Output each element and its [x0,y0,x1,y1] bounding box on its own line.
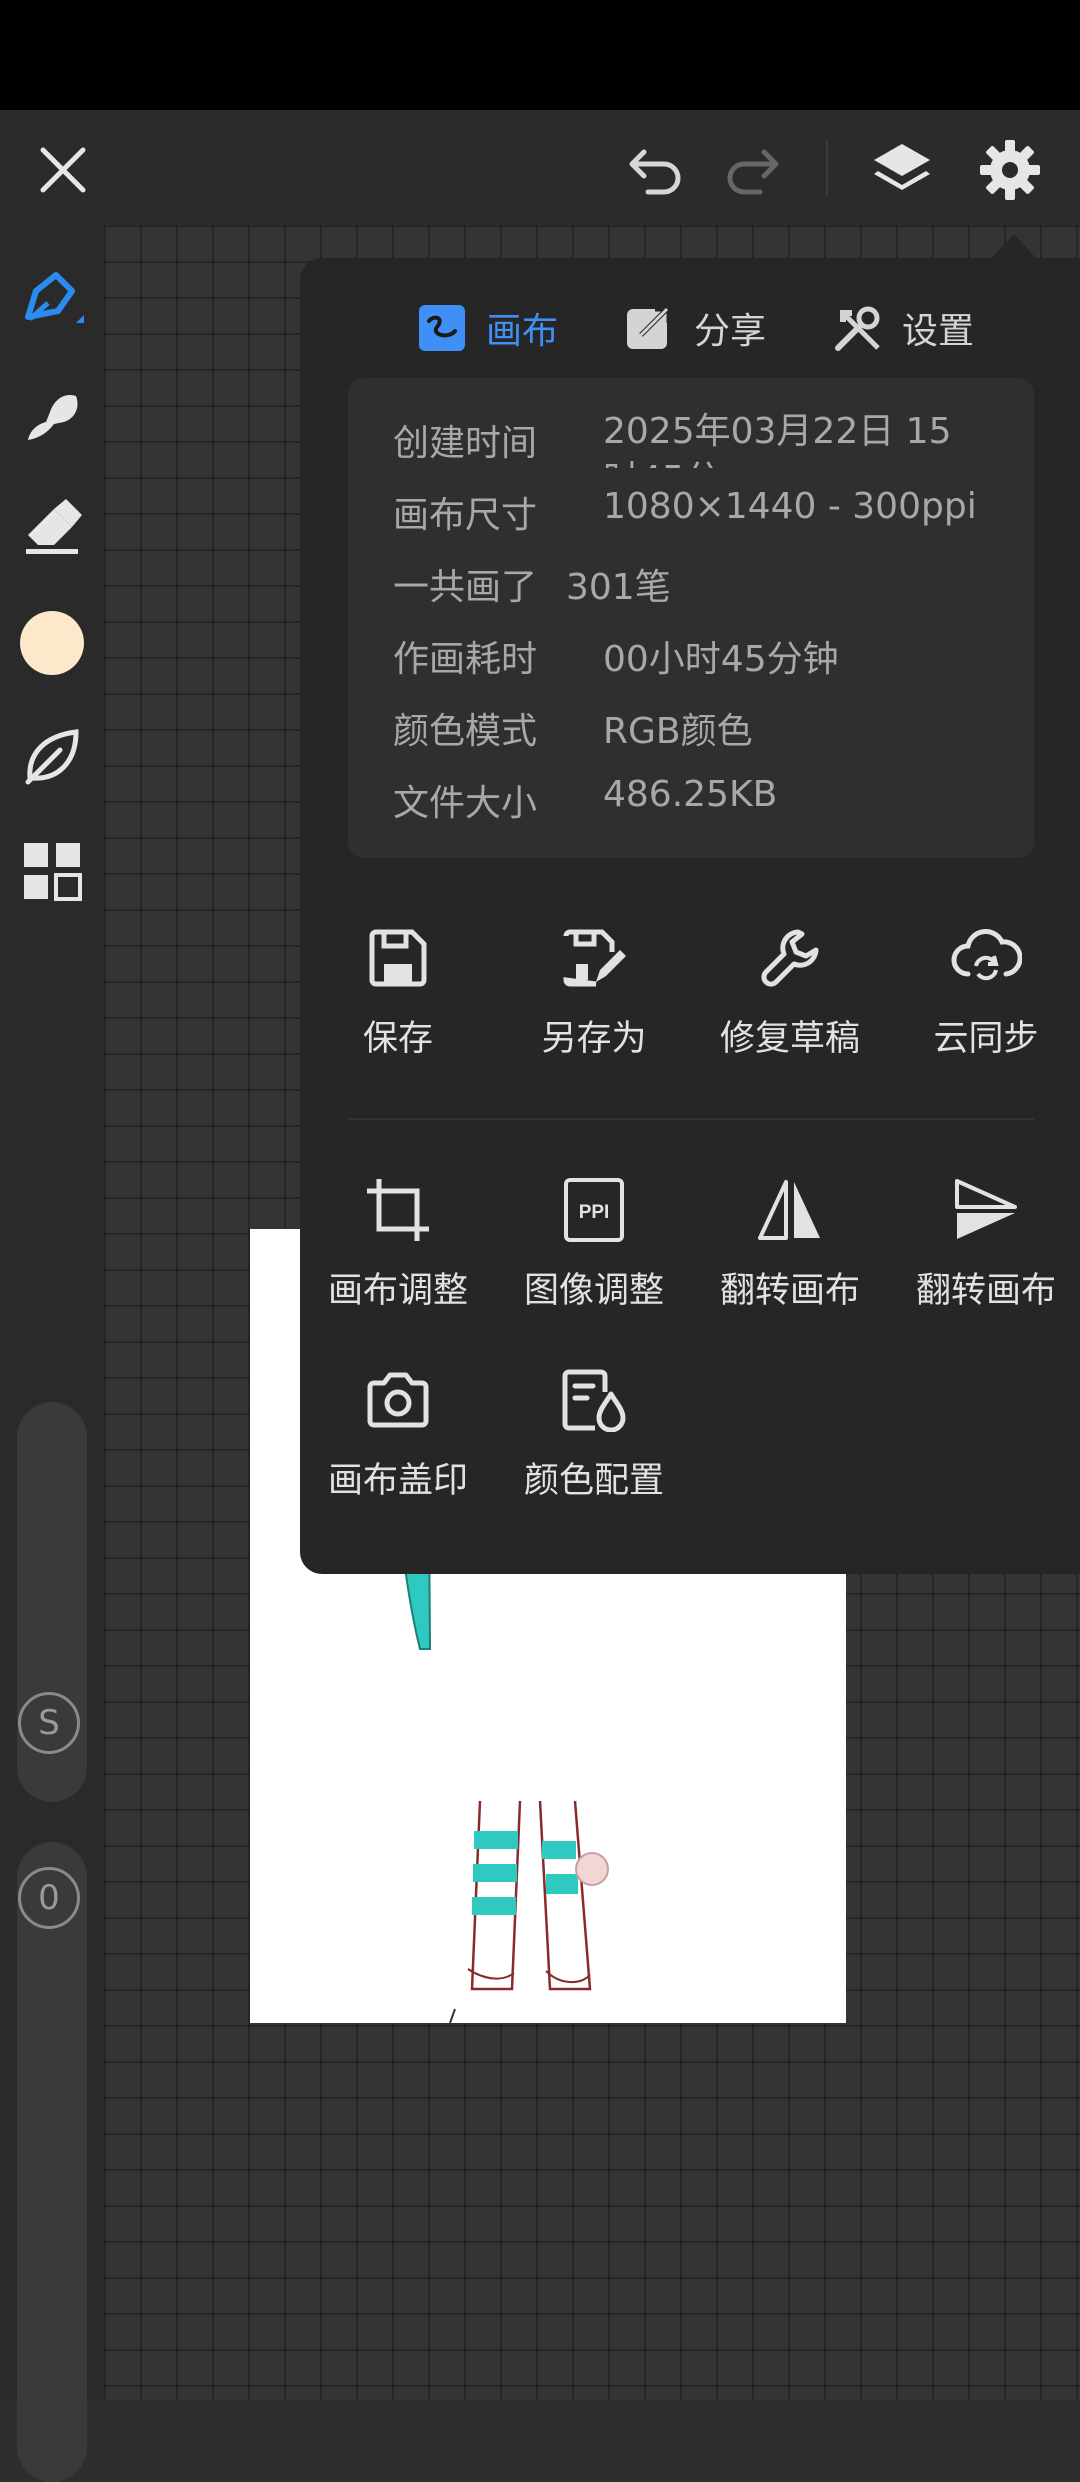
eraser-icon[interactable] [18,493,86,561]
save-as-button[interactable]: 另存为 [496,918,692,1068]
panel-tabs: 画布 分享 设置 [300,288,1080,368]
created-value: 2025年03月22日 15时45分 [603,411,952,468]
color-profile-label: 颜色配置 [523,1461,664,1501]
canvas-info-box: 创建时间 2025年03月22日 15时45分 画布尺寸 1080×1440 -… [348,378,1034,858]
top-toolbar [0,110,1080,225]
tab-share-label: 分享 [694,311,767,352]
canvas-stamp-button[interactable]: 画布盖印 [300,1360,496,1510]
tab-canvas[interactable]: 画布 [418,288,558,368]
flip-vertical-button[interactable]: 翻转画布 [888,1170,1080,1320]
redo-icon[interactable] [718,137,788,203]
camera-icon [300,1360,496,1440]
flip-horizontal-button[interactable]: 翻转画布 [692,1170,888,1320]
opacity-slider[interactable] [17,1842,87,2482]
share-icon [626,304,674,352]
flip-horizontal-icon [692,1170,888,1250]
tab-settings[interactable]: 设置 [834,288,974,368]
canvas-adjust-button[interactable]: 画布调整 [300,1170,496,1320]
pen-icon[interactable] [18,265,86,333]
close-icon[interactable] [30,137,96,203]
image-adjust-button[interactable]: PPI 图像调整 [496,1170,692,1320]
color-profile-icon [496,1360,692,1440]
time-value: 00小时45分钟 [603,639,839,680]
canvas-stamp-label: 画布盖印 [327,1461,468,1501]
mode-label: 颜色模式 [393,711,538,752]
flip-vertical-icon [888,1170,1080,1250]
tab-canvas-label: 画布 [486,311,559,352]
cloud-sync-button[interactable]: 云同步 [888,918,1080,1068]
smudge-icon[interactable] [18,380,86,448]
wrench-icon [692,918,888,998]
tab-settings-label: 设置 [902,311,975,352]
repair-draft-label: 修复草稿 [719,1019,860,1059]
flip-vertical-label: 翻转画布 [915,1271,1056,1311]
grid-icon[interactable] [18,837,86,905]
flip-horizontal-label: 翻转画布 [719,1271,860,1311]
color-swatch[interactable] [18,609,86,677]
brush-size-knob[interactable]: S [18,1692,80,1754]
layers-icon[interactable] [866,134,938,206]
mode-value: RGB颜色 [603,711,753,752]
left-tool-sidebar: S 0 [0,225,104,2482]
repair-draft-button[interactable]: 修复草稿 [692,918,888,1068]
created-value-clip: 2025年03月22日 15时45分 [603,408,1023,468]
cloud-sync-label: 云同步 [933,1019,1039,1059]
save-icon [300,918,496,998]
toolbar-separator [826,140,828,196]
strokes-value: 301笔 [566,567,671,608]
panel-caret [990,234,1038,260]
canvas-adjust-label: 画布调整 [327,1271,468,1311]
save-as-label: 另存为 [541,1019,647,1059]
strokes-label: 一共画了 [393,567,538,608]
crop-icon [300,1170,496,1250]
svg-text:PPI: PPI [579,1202,610,1223]
canvas-icon [418,304,466,352]
gear-icon[interactable] [974,134,1046,206]
filesize-value: 486.25KB [603,774,778,815]
color-profile-button[interactable]: 颜色配置 [496,1360,692,1510]
status-bar [0,0,1080,110]
brush-size-label: S [38,1703,60,1743]
tools-icon [834,304,882,352]
panel-divider [348,1118,1034,1120]
tab-share[interactable]: 分享 [626,288,766,368]
save-label: 保存 [362,1019,433,1059]
image-adjust-label: 图像调整 [523,1271,664,1311]
filesize-label: 文件大小 [393,783,538,824]
ppi-icon: PPI [496,1170,692,1250]
opacity-knob[interactable]: 0 [18,1867,80,1929]
time-label: 作画耗时 [393,639,538,680]
opacity-label: 0 [38,1878,60,1918]
cloud-sync-icon [888,918,1080,998]
save-as-icon [496,918,692,998]
canvas-settings-panel: 画布 分享 设置 创建时间 2025年03月22日 15时45分 画布尺寸 10… [300,258,1080,1574]
undo-icon[interactable] [620,137,690,203]
created-label: 创建时间 [393,423,538,464]
save-button[interactable]: 保存 [300,918,496,1068]
size-label: 画布尺寸 [393,495,538,536]
size-value: 1080×1440 - 300ppi [603,486,977,527]
leaf-icon[interactable] [18,722,86,790]
